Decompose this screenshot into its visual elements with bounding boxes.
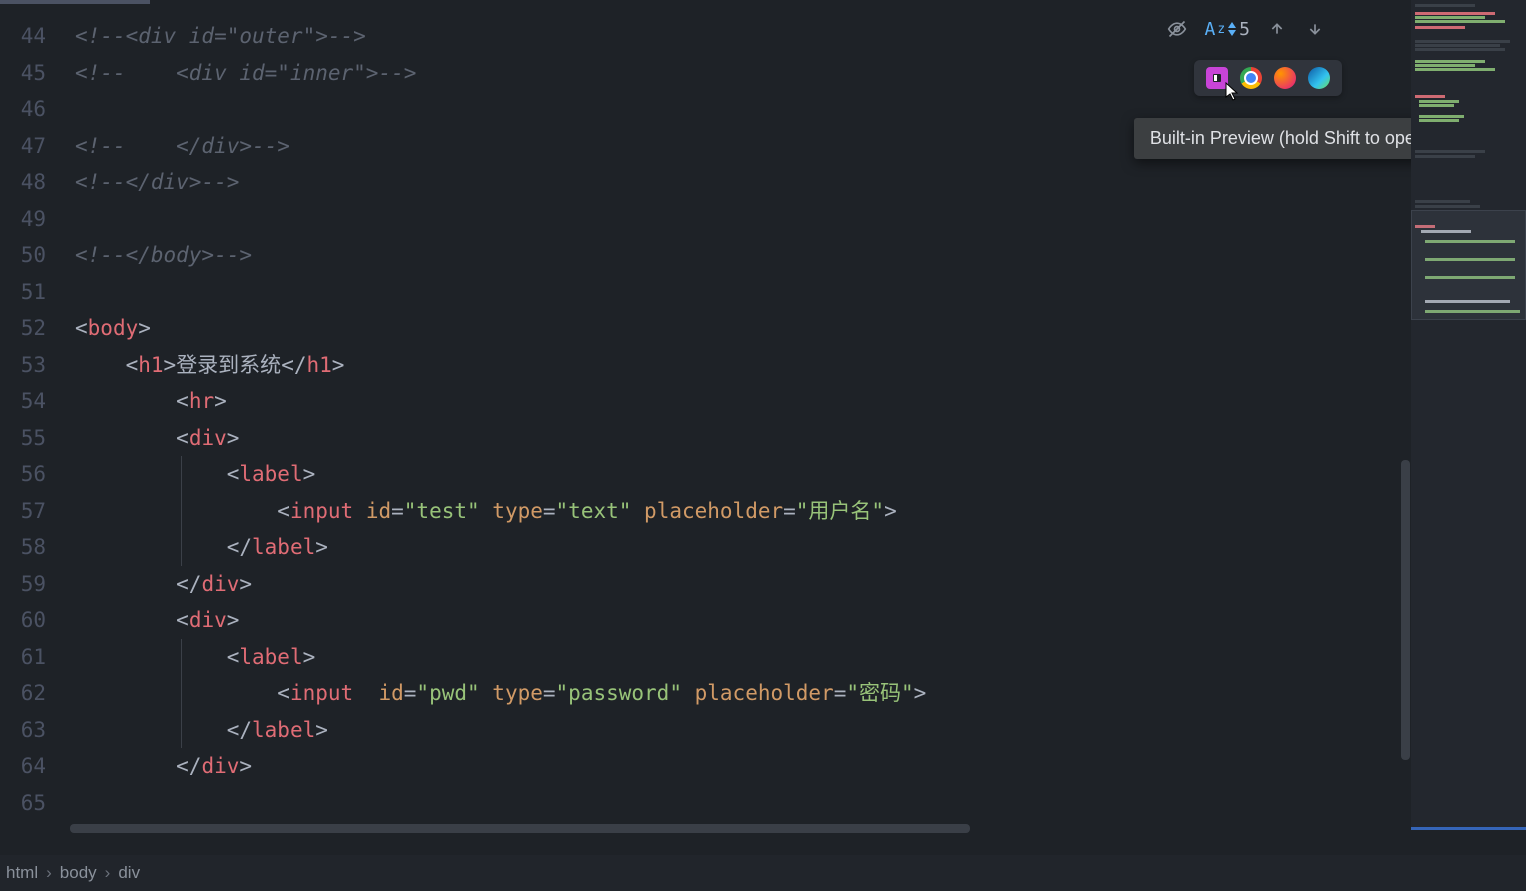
line-number[interactable]: 52 — [0, 310, 60, 347]
code-line[interactable]: <div> — [75, 602, 1526, 639]
line-number[interactable]: 48 — [0, 164, 60, 201]
browser-preview-bar — [1194, 60, 1342, 96]
vertical-scrollbar[interactable] — [1401, 460, 1410, 760]
code-line[interactable]: </label> — [75, 712, 1526, 749]
breadcrumb-separator-icon: › — [46, 863, 52, 883]
line-number[interactable]: 54 — [0, 383, 60, 420]
line-number[interactable]: 60 — [0, 602, 60, 639]
line-number[interactable]: 49 — [0, 201, 60, 238]
line-number[interactable]: 58 — [0, 529, 60, 566]
line-number-gutter[interactable]: 44 45 46 47 48 49 50 51 52 53 54 55 56 5… — [0, 0, 63, 830]
builtin-preview-icon[interactable] — [1206, 67, 1228, 89]
line-number[interactable]: 46 — [0, 91, 60, 128]
horizontal-scrollbar[interactable] — [70, 824, 970, 833]
breadcrumb-separator-icon: › — [105, 863, 111, 883]
code-line[interactable]: <!--</div>--> — [75, 164, 1526, 201]
code-line[interactable] — [75, 274, 1526, 311]
line-number[interactable]: 51 — [0, 274, 60, 311]
line-number[interactable]: 65 — [0, 785, 60, 822]
breadcrumb-segment[interactable]: html — [6, 863, 38, 883]
line-number[interactable]: 47 — [0, 128, 60, 165]
breadcrumb-segment[interactable]: div — [118, 863, 140, 883]
hide-warnings-icon[interactable] — [1166, 18, 1188, 40]
minimap[interactable] — [1411, 0, 1526, 830]
code-line[interactable] — [75, 785, 1526, 822]
arrow-down-icon[interactable] — [1304, 18, 1326, 40]
line-number[interactable]: 61 — [0, 639, 60, 676]
line-number[interactable]: 55 — [0, 420, 60, 457]
code-line[interactable]: <hr> — [75, 383, 1526, 420]
font-step-indicator[interactable]: Az 5 — [1204, 19, 1250, 40]
breadcrumb-segment[interactable]: body — [60, 863, 97, 883]
code-line[interactable]: </div> — [75, 748, 1526, 785]
comment-text: <!-- </div>--> — [75, 134, 290, 158]
comment-text: <!--<div id="outer">--> — [75, 24, 366, 48]
comment-text: <!--</body>--> — [75, 243, 252, 267]
breadcrumb-bar[interactable]: html › body › div — [0, 855, 1526, 891]
code-line[interactable]: <input id="test" type="text" placeholder… — [75, 493, 1526, 530]
line-number[interactable]: 45 — [0, 55, 60, 92]
line-number[interactable]: 53 — [0, 347, 60, 384]
code-line[interactable]: <body> — [75, 310, 1526, 347]
firefox-icon[interactable] — [1274, 67, 1296, 89]
code-line[interactable]: <input id="pwd" type="password" placehol… — [75, 675, 1526, 712]
comment-text: <!--</div>--> — [75, 170, 239, 194]
line-number[interactable]: 63 — [0, 712, 60, 749]
code-line[interactable]: <h1>登录到系统</h1> — [75, 347, 1526, 384]
comment-text: <!-- <div id="inner">--> — [75, 61, 416, 85]
line-number[interactable]: 57 — [0, 493, 60, 530]
line-number[interactable]: 56 — [0, 456, 60, 493]
code-line[interactable]: <div> — [75, 420, 1526, 457]
line-number[interactable]: 62 — [0, 675, 60, 712]
line-number[interactable]: 44 — [0, 18, 60, 55]
arrow-up-icon[interactable] — [1266, 18, 1288, 40]
minimap-viewport[interactable] — [1411, 210, 1526, 320]
line-number[interactable]: 50 — [0, 237, 60, 274]
code-line[interactable]: <!--</body>--> — [75, 237, 1526, 274]
code-line[interactable]: <label> — [75, 456, 1526, 493]
code-line[interactable]: </label> — [75, 529, 1526, 566]
edge-icon[interactable] — [1308, 67, 1330, 89]
line-number[interactable]: 64 — [0, 748, 60, 785]
editor-top-right-actions: Az 5 — [1166, 18, 1326, 40]
chrome-icon[interactable] — [1240, 67, 1262, 89]
line-number[interactable]: 59 — [0, 566, 60, 603]
code-line[interactable] — [75, 201, 1526, 238]
code-line[interactable]: <label> — [75, 639, 1526, 676]
code-line[interactable]: </div> — [75, 566, 1526, 603]
